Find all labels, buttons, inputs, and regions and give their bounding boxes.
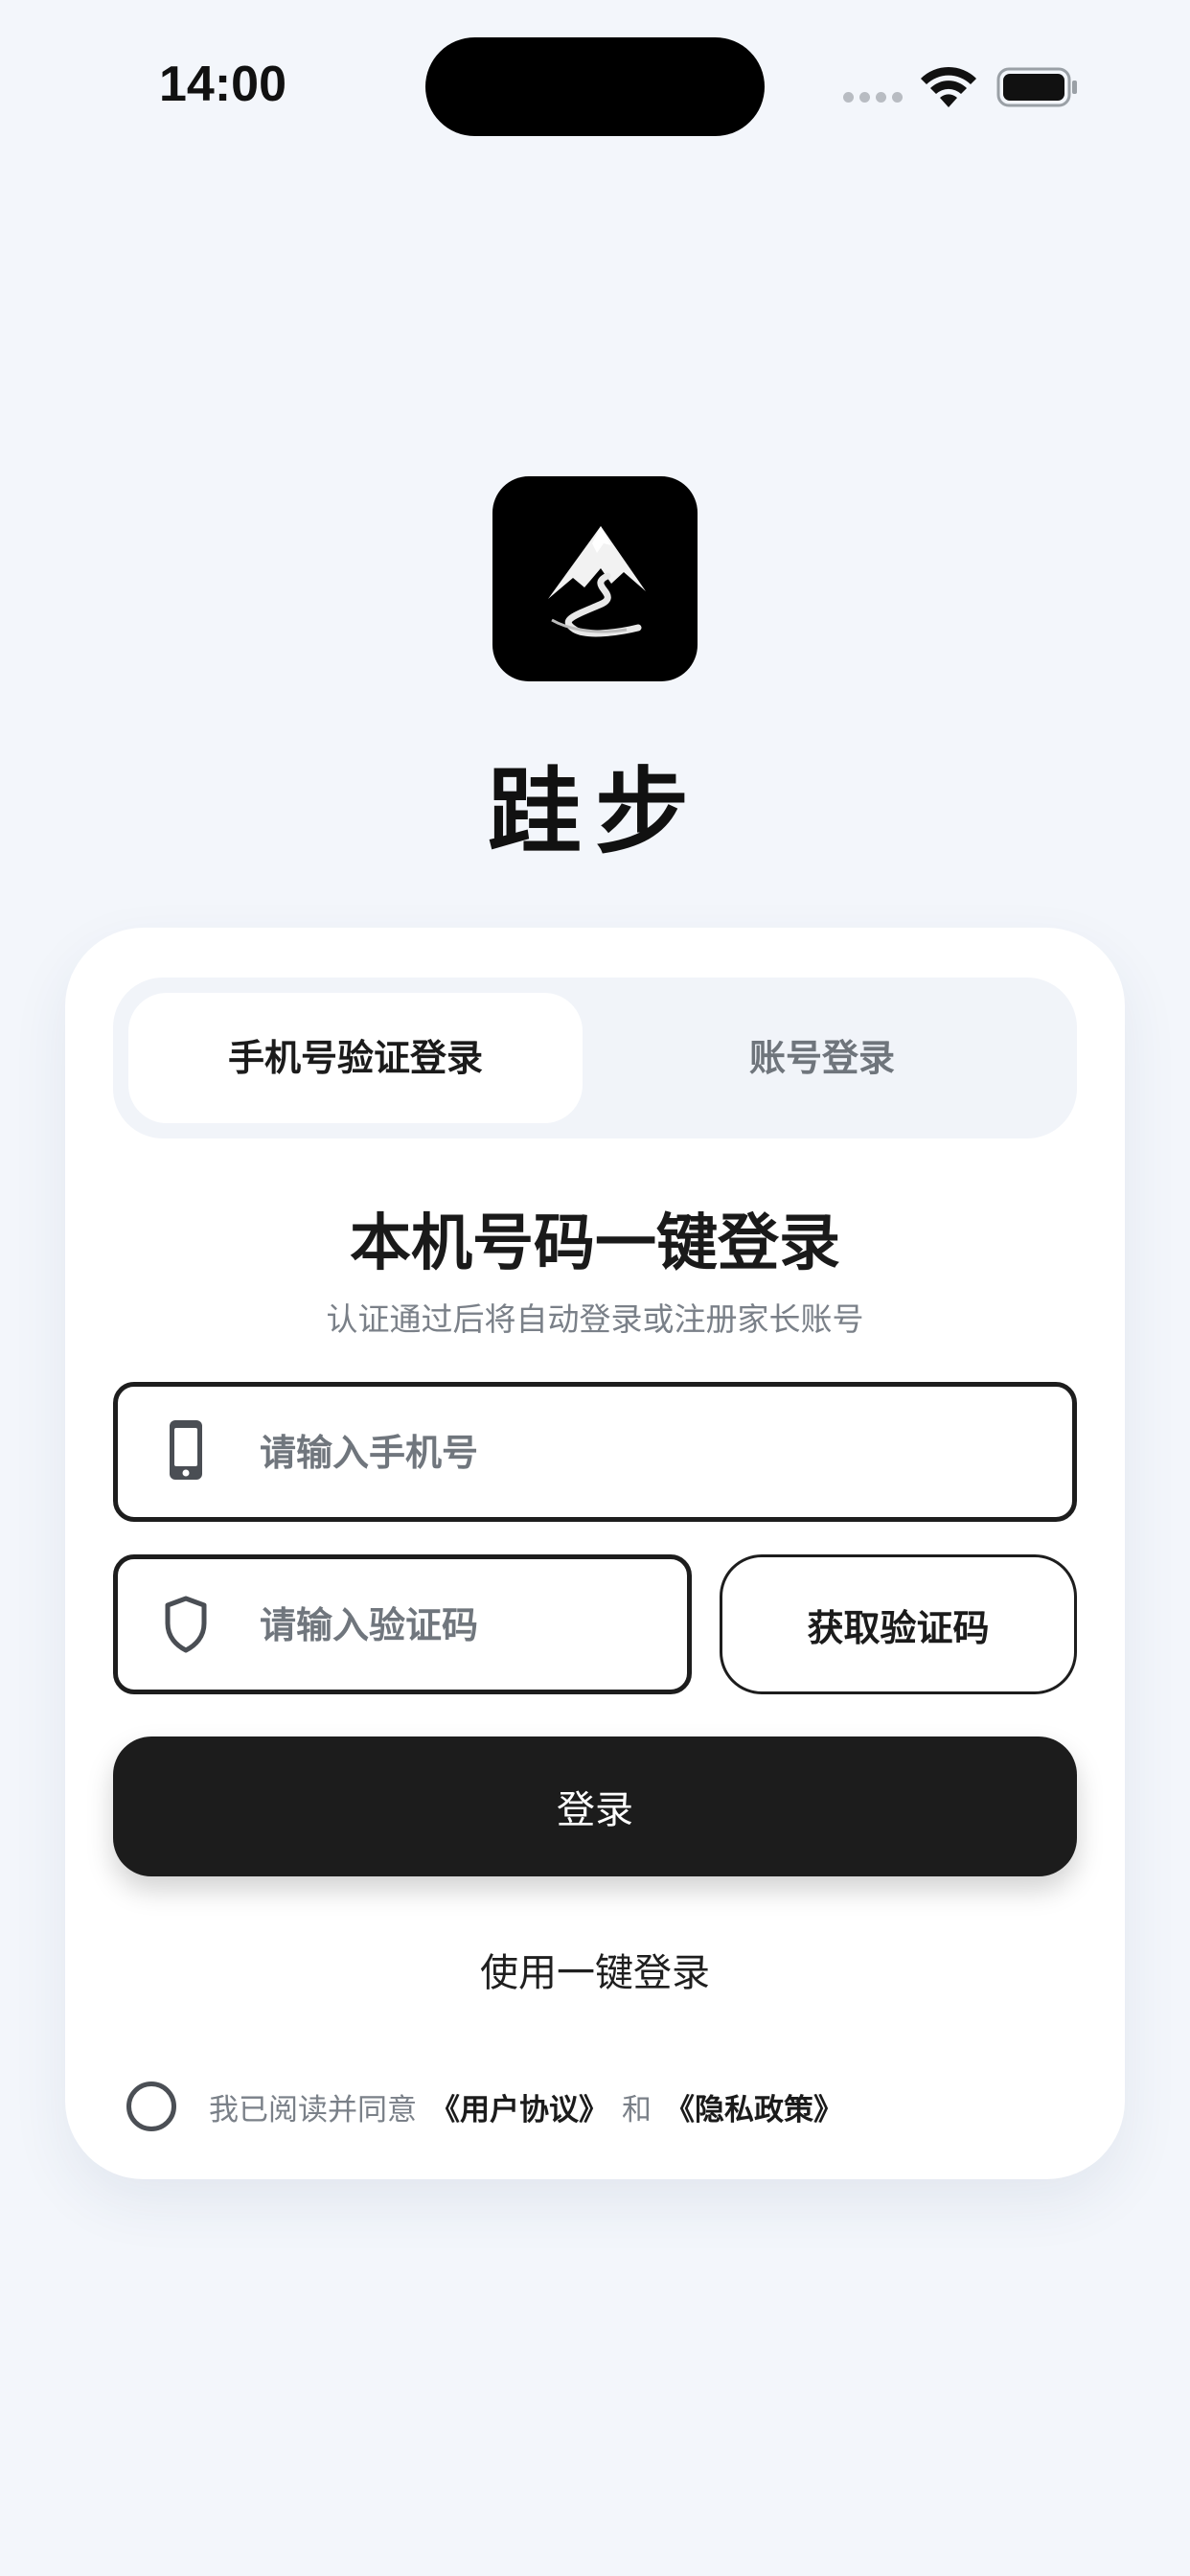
tab-phone-verification-login[interactable]: 手机号验证登录 — [128, 993, 583, 1123]
agreement-checkbox[interactable] — [126, 2082, 176, 2131]
user-agreement-link[interactable]: 《用户协议》 — [430, 2085, 608, 2128]
app-logo — [492, 476, 698, 681]
verification-code-input[interactable] — [258, 1559, 664, 1691]
status-time: 14:00 — [159, 57, 286, 112]
login-button[interactable]: 登录 — [113, 1736, 1077, 1876]
form-heading: 本机号码一键登录 — [350, 1208, 840, 1279]
phone-icon — [170, 1420, 202, 1480]
wifi-icon — [921, 66, 976, 107]
cellular-signal-icon — [843, 92, 903, 103]
form-subheading: 认证通过后将自动登录或注册家长账号 — [326, 1300, 864, 1338]
get-code-button[interactable]: 获取验证码 — [720, 1554, 1077, 1694]
mountain-road-logo-icon — [548, 526, 646, 637]
phone-input[interactable] — [258, 1387, 1047, 1519]
agreement-prefix: 我已阅读并同意 — [209, 2092, 417, 2128]
verification-code-field[interactable] — [113, 1554, 692, 1694]
login-tabs: 手机号验证登录 账号登录 — [113, 978, 1077, 1138]
privacy-policy-link[interactable]: 《隐私政策》 — [665, 2085, 843, 2128]
battery-icon — [996, 67, 1077, 107]
phone-field[interactable] — [113, 1382, 1077, 1522]
app-name: 跬步 — [487, 758, 702, 867]
tab-account-login[interactable]: 账号登录 — [583, 993, 1062, 1123]
agreement-row: 我已阅读并同意 《用户协议》 和 《隐私政策》 — [126, 2078, 857, 2135]
agreement-conjunction: 和 — [622, 2092, 652, 2128]
login-card: 手机号验证登录 账号登录 本机号码一键登录 认证通过后将自动登录或注册家长账号 … — [65, 928, 1125, 2179]
shield-icon — [165, 1596, 207, 1653]
one-click-login-link[interactable]: 使用一键登录 — [65, 1942, 1125, 1997]
dynamic-island — [425, 37, 765, 136]
